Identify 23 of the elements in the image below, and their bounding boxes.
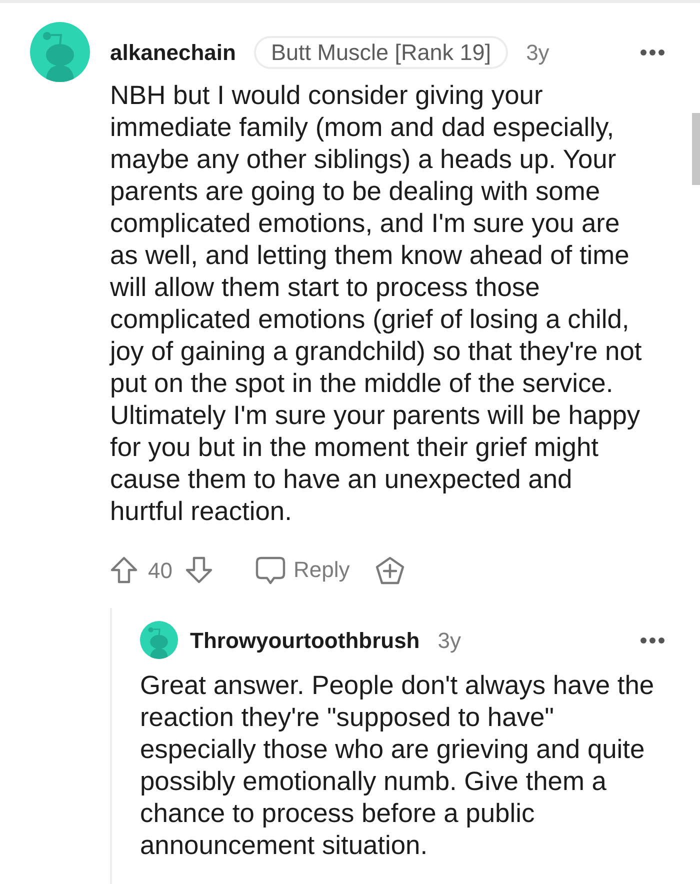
upvote-icon: [110, 556, 138, 584]
username-link[interactable]: Throwyourtoothbrush: [190, 624, 420, 656]
more-options-button[interactable]: [640, 48, 665, 56]
award-button[interactable]: [374, 556, 405, 584]
more-icon: [640, 636, 665, 644]
more-icon: [640, 48, 665, 56]
more-options-button[interactable]: [640, 636, 665, 644]
upvote-button[interactable]: [110, 556, 138, 584]
scrollbar[interactable]: [692, 113, 700, 185]
username-link[interactable]: alkanechain: [110, 36, 236, 68]
avatar-icon: [140, 621, 178, 659]
downvote-icon: [185, 556, 214, 584]
comment-text: Great answer. People don't always have the reaction they're "supposed to have" especially those who are grieving and quite possibly emotionally numb. Give them a chance to process before a public announcement situation.: [140, 669, 656, 861]
user-flair: Butt Muscle [Rank 19]: [254, 36, 508, 68]
avatar-icon: [30, 22, 90, 82]
vote-count: 40: [148, 556, 172, 584]
comment-text: NBH but I would consider giving your immediate family (mom and dad especially, maybe any other siblings) a heads up. Your parents are going to be dealing with some complicated emotions, and I'm sure you are as well, and letting them know ahead of time will allow them start to process those complicated emotions (grief of losing a child, joy of gaining a grandchild) so that they're not put on the spot in the middle of the service. Ultimately I'm sure your parents will be happy for you but in the moment their grief might cause them to have an unexpected and hurtful reaction.: [110, 79, 643, 527]
comment-age: 3y: [526, 38, 550, 67]
award-icon: [374, 556, 405, 584]
downvote-button[interactable]: [185, 556, 214, 584]
comment-age: 3y: [438, 626, 461, 655]
comment-icon: [255, 556, 286, 584]
reply-button[interactable]: Reply: [255, 555, 350, 585]
